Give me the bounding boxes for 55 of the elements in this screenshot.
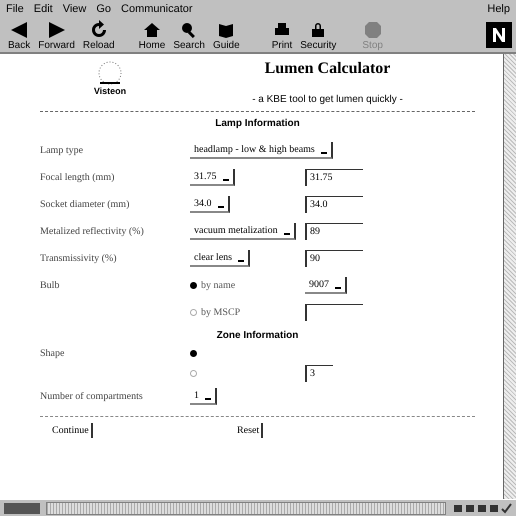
toolbar-button[interactable]: Home [134,20,170,50]
page-title: Lumen Calculator [264,60,390,78]
dropdown[interactable]: headlamp - low & high beams [190,142,333,159]
dropdown[interactable]: 34.0 [190,196,230,213]
dropdown[interactable]: 31.75 [190,169,234,186]
scrollbar[interactable] [503,54,516,499]
menu-item[interactable]: Edit [34,3,53,15]
radio-button[interactable] [190,350,197,356]
field-label: Number of compartments [40,391,144,402]
logo-text: Visteon [94,86,126,96]
radio-option[interactable]: by name [190,280,305,291]
field-label: Focal length (mm) [40,172,116,183]
radio-option[interactable]: by MSCP [190,307,305,318]
menu-item[interactable]: File [6,3,24,15]
page-subtitle: - a KBE tool to get lumen quickly - [252,94,403,105]
toolbar-button[interactable]: Guide [209,20,244,50]
forward-arrow-icon [46,20,67,40]
field-label: Transmissivity (%) [40,253,118,264]
radio-button[interactable] [190,282,197,289]
input-field[interactable]: 3 [305,364,333,382]
field-label: Bulb [40,280,60,291]
radio-button[interactable] [190,370,197,376]
back-arrow-icon [9,20,30,40]
toolbar-button[interactable]: Back [4,20,34,50]
value-field[interactable]: 89 [305,223,363,240]
dropdown[interactable]: 1 [190,388,217,405]
input-field[interactable] [305,304,363,321]
dropdown[interactable]: 9007 [305,277,347,294]
value-field[interactable]: 90 [305,250,363,267]
menu-item[interactable]: Communicator [121,3,193,15]
value-field[interactable]: 34.0 [305,196,363,213]
menu-item[interactable]: Go [96,3,112,15]
component-icons-drawing [452,502,512,514]
dropdown[interactable]: clear lens [190,250,250,267]
toolbar-button[interactable]: Search [169,20,209,50]
field-label: Shape [40,348,66,358]
section-heading: Lamp Information [215,118,300,129]
toolbar-button[interactable]: Print [268,20,296,50]
radio-button[interactable] [190,309,197,316]
field-label: Socket diameter (mm) [40,199,130,210]
menu-item[interactable]: View [62,3,86,15]
progress-icon [4,502,40,514]
dropdown[interactable]: vacuum metalization [190,223,296,240]
form-button[interactable]: Reset [235,423,264,438]
menu-item[interactable]: Help [487,3,510,15]
field-label: Lamp type [40,145,84,156]
toolbar-button[interactable]: Reload [78,20,119,50]
stop-icon [362,20,383,40]
browser-logo-icon [486,22,512,48]
field-label: Metalized reflectivity (%) [40,226,145,237]
section-heading: Zone Information [216,330,298,341]
form-button[interactable]: Continue [50,423,93,438]
value-field[interactable]: 31.75 [305,169,363,186]
toolbar-button[interactable]: Security [296,20,340,50]
toolbar-button[interactable]: Forward [34,20,79,50]
